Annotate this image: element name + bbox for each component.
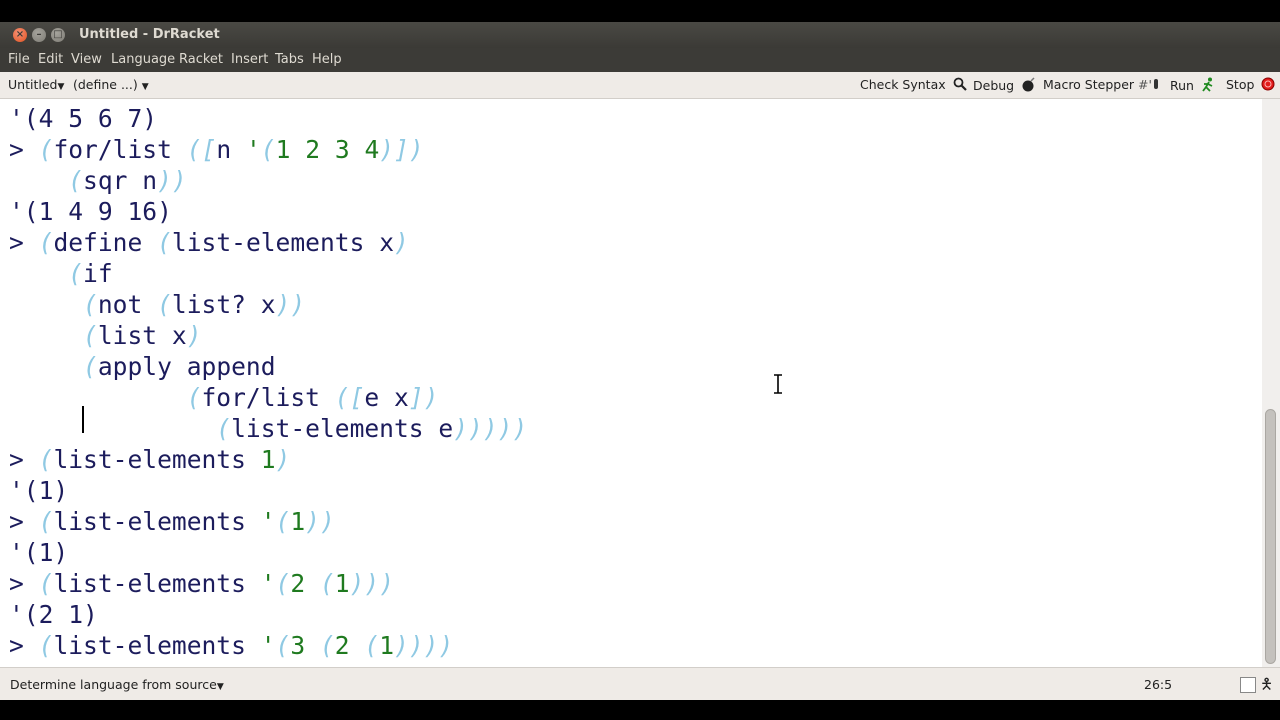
- file-menu-button[interactable]: Untitled▼: [8, 77, 64, 92]
- text-caret: [82, 406, 84, 433]
- file-menu-label: Untitled: [8, 77, 58, 92]
- menu-help[interactable]: Help: [312, 52, 342, 67]
- menu-bar: File Edit View Language Racket Insert Ta…: [0, 48, 1280, 72]
- menu-edit[interactable]: Edit: [38, 52, 63, 67]
- chevron-down-icon: ▼: [141, 82, 149, 92]
- macro-stepper-glyph: #': [1138, 77, 1152, 92]
- chevron-down-icon: ▼: [216, 682, 224, 692]
- stop-icon: [1261, 77, 1275, 91]
- menu-tabs[interactable]: Tabs: [275, 52, 304, 67]
- scrollbar-thumb[interactable]: [1265, 409, 1276, 664]
- macro-stepper-label: Macro Stepper: [1043, 77, 1135, 92]
- define-menu-label: (define ...): [73, 77, 138, 92]
- menu-file[interactable]: File: [8, 52, 30, 67]
- menu-language[interactable]: Language: [111, 52, 175, 67]
- code-line: (list x): [83, 321, 202, 350]
- code-line: (if: [68, 259, 113, 288]
- code-line: (sqr n)): [68, 166, 187, 195]
- drracket-window: × – □ Untitled - DrRacket File Edit View…: [0, 22, 1280, 700]
- running-man-icon: [1202, 77, 1213, 92]
- result-line: '(1): [9, 538, 69, 567]
- define-menu-button[interactable]: (define ...) ▼: [73, 77, 149, 92]
- window-close-button[interactable]: ×: [13, 28, 27, 42]
- status-bar: Determine language from source▼ 26:5 🯅: [0, 667, 1280, 700]
- macro-stepper-button[interactable]: Macro Stepper #': [1043, 77, 1160, 92]
- debug-label: Debug: [973, 78, 1015, 93]
- input-line: > (list-elements '(3 (2 (1)))): [9, 631, 454, 660]
- status-checkbox[interactable]: [1240, 677, 1256, 693]
- menu-racket[interactable]: Racket: [179, 52, 223, 67]
- debug-button[interactable]: Debug: [973, 77, 1036, 93]
- result-line: '(4 5 6 7): [9, 104, 158, 133]
- chevron-down-icon: ▼: [57, 82, 65, 92]
- input-line: > (list-elements '(2 (1))): [9, 569, 395, 598]
- input-line: > (list-elements '(1)): [9, 507, 335, 536]
- gc-walker-icon: 🯅: [1260, 675, 1274, 693]
- language-selector[interactable]: Determine language from source▼: [10, 677, 224, 692]
- menu-view[interactable]: View: [71, 52, 102, 67]
- input-line: > (define (list-elements x): [9, 228, 409, 257]
- input-line: > (for/list ([n '(1 2 3 4)]): [9, 135, 424, 164]
- title-bar: × – □ Untitled - DrRacket: [0, 22, 1280, 48]
- bomb-icon: [1022, 77, 1035, 92]
- window-maximize-button[interactable]: □: [51, 28, 65, 42]
- magnifier-icon: [953, 77, 967, 91]
- code-line: (for/list ([e x]): [186, 383, 439, 412]
- language-label: Determine language from source: [10, 677, 217, 692]
- code-line: (apply append: [83, 352, 276, 381]
- cursor-position: 26:5: [1144, 677, 1173, 692]
- result-line: '(1 4 9 16): [9, 197, 172, 226]
- window-title: Untitled - DrRacket: [79, 27, 220, 42]
- toolbar: Untitled▼ (define ...) ▼ Check Syntax De…: [0, 72, 1280, 99]
- code-line: (not (list? x)): [83, 290, 306, 319]
- interactions-pane[interactable]: '(4 5 6 7) > (for/list ([n '(1 2 3 4)]) (…: [0, 99, 1262, 667]
- vertical-scrollbar[interactable]: [1262, 99, 1280, 667]
- run-button[interactable]: Run: [1170, 77, 1215, 93]
- stop-label: Stop: [1226, 77, 1255, 92]
- window-minimize-button[interactable]: –: [32, 28, 46, 42]
- menu-insert[interactable]: Insert: [231, 52, 268, 67]
- result-line: '(1): [9, 476, 69, 505]
- code-line: (list-elements e))))): [216, 414, 528, 443]
- stop-button[interactable]: Stop: [1226, 77, 1275, 92]
- run-label: Run: [1170, 78, 1194, 93]
- check-syntax-button[interactable]: Check Syntax: [860, 77, 967, 92]
- check-syntax-label: Check Syntax: [860, 77, 946, 92]
- foot-icon: [1153, 79, 1158, 89]
- result-line: '(2 1): [9, 600, 98, 629]
- input-line: > (list-elements 1): [9, 445, 291, 474]
- ibeam-cursor-icon: [774, 374, 782, 394]
